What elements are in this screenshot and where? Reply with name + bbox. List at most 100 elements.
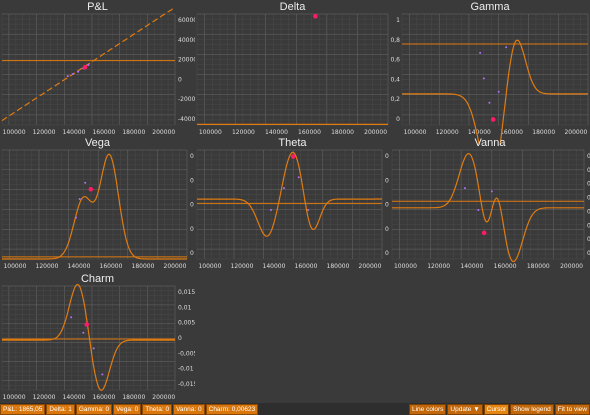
x-tick-label: 160000 bbox=[92, 394, 115, 401]
x-tick-label: 200000 bbox=[564, 129, 587, 136]
y-tick-label: 0 bbox=[178, 335, 182, 342]
charm-chart[interactable]: 100000 120000 140000 160000 180000 200000 0,01… bbox=[0, 272, 195, 403]
y-tick-label: 0,6 bbox=[390, 57, 400, 64]
data-dot bbox=[479, 51, 482, 54]
x-tick-label: 100000 bbox=[3, 263, 26, 270]
x-tick-label: 180000 bbox=[122, 129, 145, 136]
y-tick-label: 60000 bbox=[178, 17, 195, 24]
data-dot bbox=[77, 70, 80, 73]
y-tick-label: 0,01 bbox=[178, 304, 192, 311]
y-tick-label: 0 bbox=[385, 250, 389, 257]
y-tick-label: 40000 bbox=[178, 37, 195, 44]
y-tick-label: 0 bbox=[190, 226, 194, 233]
vega-chart[interactable]: 100000 120000 140000 160000 180000 2000000000… bbox=[0, 136, 195, 281]
status-bar: P&L: 1865,05 Delta: 1 Gamma: 0 Vega: 0 T… bbox=[0, 403, 590, 415]
data-dot bbox=[78, 198, 81, 201]
chevron-down-icon: ▼ bbox=[473, 405, 480, 413]
status-pl: P&L: 1865,05 bbox=[0, 403, 46, 415]
status-vega: Vega: 0 bbox=[113, 403, 142, 415]
theta-chart[interactable]: 100000 120000 140000 160000 180000 2000000000… bbox=[195, 136, 390, 281]
show-legend-button[interactable]: Show legend bbox=[510, 403, 554, 415]
pl-chart[interactable]: 100000 120000 140000 160000 180000 2000006000… bbox=[0, 0, 195, 145]
cursor-marker bbox=[84, 322, 90, 327]
update-label: Update bbox=[450, 405, 472, 413]
line-colors-button[interactable]: Line colors bbox=[408, 403, 447, 415]
data-dot bbox=[87, 64, 90, 67]
y-tick-label: 0 bbox=[385, 177, 389, 184]
panel-charm: Charm 100000 120000 140000 160000 180000 2000… bbox=[0, 272, 195, 403]
y-tick-label: 1 bbox=[396, 17, 400, 24]
x-tick-label: 180000 bbox=[532, 129, 555, 136]
x-tick-label: 160000 bbox=[92, 129, 115, 136]
x-tick-label: 180000 bbox=[132, 263, 155, 270]
panel-vanna: Vanna 100000 120000 140000 160000 180000 2000… bbox=[390, 136, 590, 281]
y-tick-label: 0 bbox=[385, 202, 389, 209]
x-tick-label: 120000 bbox=[231, 263, 254, 270]
panel-gamma: Gamma 100000 120000 140000 160000 180000 2000… bbox=[390, 0, 590, 145]
x-tick-label: 200000 bbox=[364, 129, 387, 136]
x-tick-label: 140000 bbox=[68, 263, 91, 270]
data-dot bbox=[66, 75, 69, 78]
data-dot bbox=[497, 90, 500, 93]
status-charm: Charm: 0,00623 bbox=[205, 403, 259, 415]
x-tick-label: 160000 bbox=[500, 129, 523, 136]
x-tick-label: 100000 bbox=[199, 129, 222, 136]
x-tick-label: 200000 bbox=[152, 394, 175, 401]
vanna-chart[interactable]: 100000 120000 140000 160000 180000 2000000000… bbox=[390, 136, 590, 281]
x-tick-label: 120000 bbox=[436, 129, 459, 136]
x-tick-label: 200000 bbox=[560, 263, 583, 270]
cursor-marker bbox=[82, 64, 88, 70]
cursor-marker bbox=[290, 154, 296, 159]
status-gamma: Gamma: 0 bbox=[75, 403, 113, 415]
data-dot bbox=[477, 208, 480, 211]
data-dot bbox=[282, 187, 285, 190]
data-dot bbox=[82, 331, 85, 334]
x-tick-label: 140000 bbox=[63, 394, 86, 401]
y-tick-label: 0 bbox=[190, 177, 194, 184]
panel-theta: Theta 100000 120000 140000 160000 180000 2000… bbox=[195, 136, 390, 281]
x-tick-label: 200000 bbox=[164, 263, 187, 270]
x-tick-label: 120000 bbox=[427, 263, 450, 270]
data-dot bbox=[505, 46, 508, 49]
cursor-marker bbox=[88, 186, 94, 192]
y-tick-label: 0,015 bbox=[178, 289, 195, 296]
x-tick-label: 160000 bbox=[298, 129, 321, 136]
x-tick-label: 100000 bbox=[3, 394, 26, 401]
x-tick-label: 140000 bbox=[468, 129, 491, 136]
y-tick-label: 0 bbox=[190, 250, 194, 257]
delta-chart[interactable]: 100000 120000 140000 160000 180000 200000 bbox=[195, 0, 390, 145]
y-tick-label: 0,8 bbox=[390, 37, 400, 44]
y-tick-label: -0,005 bbox=[178, 350, 195, 357]
y-tick-label: -40000 bbox=[178, 116, 195, 123]
data-dot bbox=[307, 208, 309, 211]
data-dot bbox=[488, 101, 491, 104]
fit-to-view-button[interactable]: Fit to view bbox=[554, 403, 590, 415]
y-tick-label: -20000 bbox=[178, 96, 195, 103]
y-tick-label: 0,2 bbox=[390, 96, 400, 103]
y-tick-label: 0,4 bbox=[390, 76, 400, 83]
data-dot bbox=[490, 190, 493, 193]
panel-vega: Vega 100000 120000 140000 160000 180000 20000… bbox=[0, 136, 195, 281]
data-dot bbox=[71, 72, 74, 75]
x-tick-label: 160000 bbox=[100, 263, 123, 270]
panel-pl: P&L 100000 120000 140000 160000 180000 200000… bbox=[0, 0, 195, 145]
update-button[interactable]: Update ▼ bbox=[447, 403, 483, 415]
y-tick-label: 0 bbox=[385, 153, 389, 160]
x-tick-label: 120000 bbox=[36, 263, 59, 270]
x-tick-label: 100000 bbox=[3, 129, 26, 136]
cursor-button[interactable]: Cursor bbox=[483, 403, 510, 415]
data-dot bbox=[101, 373, 104, 376]
y-tick-label: 0 bbox=[396, 116, 400, 123]
data-dot bbox=[297, 176, 300, 179]
data-dot bbox=[270, 208, 272, 211]
y-tick-label: 0,005 bbox=[178, 320, 195, 327]
x-tick-label: 180000 bbox=[527, 263, 550, 270]
x-tick-label: 180000 bbox=[331, 129, 354, 136]
x-tick-label: 200000 bbox=[152, 129, 175, 136]
y-tick-label: 0 bbox=[178, 76, 182, 83]
x-tick-label: 140000 bbox=[263, 263, 286, 270]
status-vanna: Vanna: 0 bbox=[173, 403, 205, 415]
x-tick-label: 180000 bbox=[327, 263, 350, 270]
data-dot bbox=[70, 316, 73, 319]
gamma-chart[interactable]: 100000 120000 140000 160000 180000 200000 1 0,8… bbox=[390, 0, 590, 145]
